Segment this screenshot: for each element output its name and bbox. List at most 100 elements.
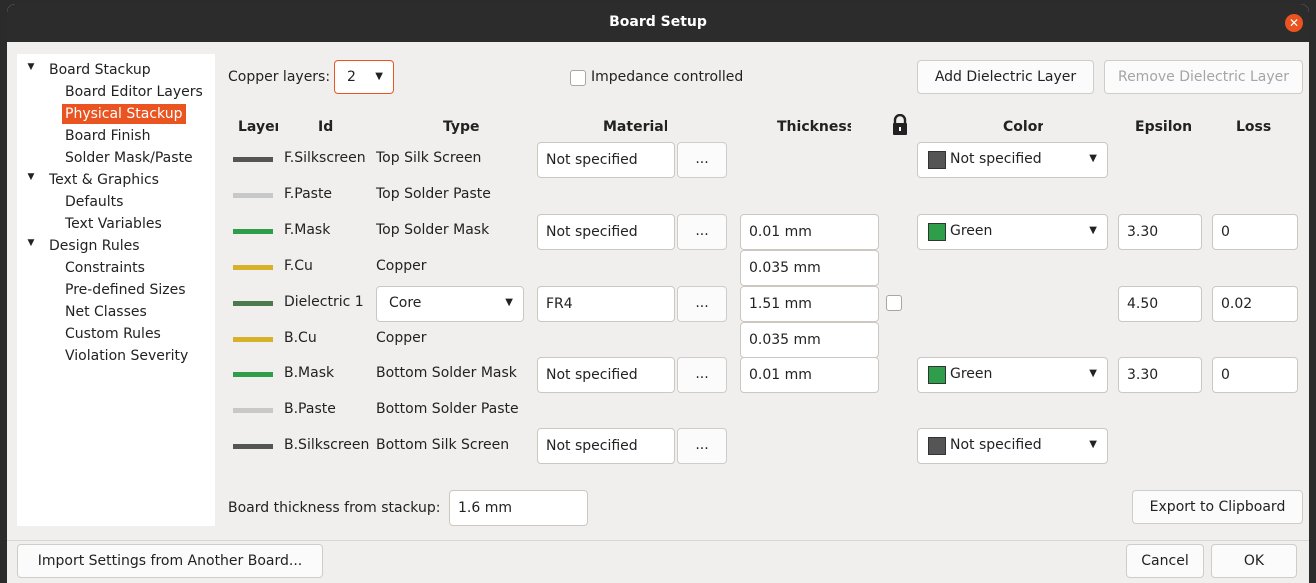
tree-item-defaults[interactable]: Defaults <box>65 192 123 212</box>
material-browse-button[interactable]: ... <box>677 357 727 393</box>
thickness-lock-checkbox[interactable] <box>886 295 902 311</box>
add-dielectric-layer-button[interactable]: Add Dielectric Layer <box>917 60 1094 94</box>
dielectric-type-value: Core <box>389 295 422 311</box>
thickness-field[interactable]: 0.035 mm <box>740 322 879 358</box>
color-select[interactable]: Not specified ▼ <box>917 428 1108 464</box>
tree-item-custom-rules[interactable]: Custom Rules <box>65 324 161 344</box>
import-settings-button[interactable]: Import Settings from Another Board... <box>17 544 323 578</box>
tree-item-net-classes[interactable]: Net Classes <box>65 302 147 322</box>
layer-color-swatch <box>233 157 273 162</box>
header-thickness: Thickness <box>777 119 851 135</box>
layer-type: Top Solder Mask <box>376 222 490 238</box>
color-select[interactable]: Not specified ▼ <box>917 142 1108 178</box>
layer-type: Top Silk Screen <box>376 150 482 166</box>
title-bar: Board Setup ✕ <box>7 4 1309 42</box>
layer-id: Dielectric 1 <box>284 294 364 310</box>
expand-arrow-icon[interactable]: ▼ <box>25 62 37 72</box>
layer-id: B.Paste <box>284 401 336 417</box>
layer-id: F.Cu <box>284 258 313 274</box>
tree-item-solder-mask-paste[interactable]: Solder Mask/Paste <box>65 148 193 168</box>
header-epsilon: Epsilon <box>1135 119 1193 135</box>
material-field[interactable]: FR4 <box>537 286 675 322</box>
material-field[interactable]: Not specified <box>537 142 675 178</box>
tree-item-constraints[interactable]: Constraints <box>65 258 145 278</box>
thickness-field[interactable]: 0.01 mm <box>740 214 879 250</box>
color-preview <box>928 437 946 455</box>
export-to-clipboard-button[interactable]: Export to Clipboard <box>1132 490 1303 524</box>
tree-item-board-finish[interactable]: Board Finish <box>65 126 150 146</box>
epsilon-field[interactable]: 3.30 <box>1118 214 1202 250</box>
loss-field[interactable]: 0.02 <box>1212 286 1298 322</box>
thickness-field[interactable]: 1.51 mm <box>740 286 879 322</box>
epsilon-field[interactable]: 3.30 <box>1118 357 1202 393</box>
layer-type: Copper <box>376 330 427 346</box>
dielectric-type-select[interactable]: Core ▼ <box>376 286 524 322</box>
header-color: Color <box>1003 119 1043 135</box>
color-select[interactable]: Green ▼ <box>917 357 1108 393</box>
tree-item-text-graphics[interactable]: Text & Graphics <box>49 170 159 190</box>
board-setup-dialog: Board Setup ✕ ▼ Board Stackup Board Edit… <box>7 4 1309 583</box>
header-loss: Loss <box>1236 119 1272 135</box>
header-type: Type <box>443 119 479 135</box>
tree-item-design-rules[interactable]: Design Rules <box>49 236 140 256</box>
chevron-down-icon: ▼ <box>1089 368 1097 379</box>
lock-icon <box>893 114 907 135</box>
layer-id: B.Silkscreen <box>284 437 370 453</box>
impedance-controlled-checkbox[interactable] <box>570 70 586 86</box>
material-browse-button[interactable]: ... <box>677 286 727 322</box>
impedance-controlled-label: Impedance controlled <box>591 69 744 85</box>
board-thickness-label: Board thickness from stackup: <box>228 500 441 516</box>
remove-dielectric-layer-button[interactable]: Remove Dielectric Layer <box>1104 60 1303 94</box>
layer-color-swatch <box>233 444 273 449</box>
close-icon[interactable]: ✕ <box>1285 14 1303 32</box>
material-field[interactable]: Not specified <box>537 214 675 250</box>
tree-item-board-stackup[interactable]: Board Stackup <box>49 60 151 80</box>
ok-button[interactable]: OK <box>1211 544 1297 578</box>
layer-id: B.Cu <box>284 330 317 346</box>
tree-item-violation-severity[interactable]: Violation Severity <box>65 346 188 366</box>
chevron-down-icon: ▼ <box>1089 439 1097 450</box>
chevron-down-icon: ▼ <box>505 297 513 308</box>
header-id: Id <box>318 119 334 135</box>
chevron-down-icon: ▼ <box>1089 153 1097 164</box>
thickness-field[interactable]: 0.035 mm <box>740 250 879 286</box>
thickness-field[interactable]: 0.01 mm <box>740 357 879 393</box>
copper-layers-label: Copper layers: <box>228 69 331 85</box>
color-select-value: Not specified <box>950 437 1042 453</box>
layer-type: Bottom Solder Mask <box>376 365 517 381</box>
layer-color-swatch <box>233 301 273 306</box>
material-browse-button[interactable]: ... <box>677 142 727 178</box>
footer-separator <box>7 540 1309 541</box>
color-select-value: Not specified <box>950 151 1042 167</box>
expand-arrow-icon[interactable]: ▼ <box>25 238 37 248</box>
header-material: Material <box>603 119 667 135</box>
header-layer: Layer <box>238 119 278 135</box>
layer-type: Copper <box>376 258 427 274</box>
material-browse-button[interactable]: ... <box>677 214 727 250</box>
color-select[interactable]: Green ▼ <box>917 214 1108 250</box>
tree-item-board-editor-layers[interactable]: Board Editor Layers <box>65 82 203 102</box>
epsilon-field[interactable]: 4.50 <box>1118 286 1202 322</box>
layer-color-swatch <box>233 265 273 270</box>
layer-id: F.Paste <box>284 186 333 202</box>
loss-field[interactable]: 0 <box>1212 357 1298 393</box>
color-preview <box>928 223 946 241</box>
cancel-button[interactable]: Cancel <box>1126 544 1204 578</box>
loss-field[interactable]: 0 <box>1212 214 1298 250</box>
tree-item-pre-defined-sizes[interactable]: Pre-defined Sizes <box>65 280 185 300</box>
tree-item-text-variables[interactable]: Text Variables <box>65 214 162 234</box>
layer-type: Top Solder Paste <box>376 186 491 202</box>
layer-color-swatch <box>233 372 273 377</box>
material-browse-button[interactable]: ... <box>677 428 727 464</box>
material-field[interactable]: Not specified <box>537 357 675 393</box>
expand-arrow-icon[interactable]: ▼ <box>25 172 37 182</box>
material-field[interactable]: Not specified <box>537 428 675 464</box>
tree-item-physical-stackup[interactable]: Physical Stackup <box>62 104 186 124</box>
copper-layers-select[interactable]: 2 ▼ <box>334 60 394 94</box>
layer-type: Bottom Solder Paste <box>376 401 519 417</box>
layer-id: B.Mask <box>284 365 335 381</box>
chevron-down-icon: ▼ <box>375 71 383 82</box>
chevron-down-icon: ▼ <box>1089 225 1097 236</box>
settings-tree: ▼ Board Stackup Board Editor Layers Phys… <box>17 54 215 526</box>
layer-id: F.Silkscreen <box>284 150 366 166</box>
